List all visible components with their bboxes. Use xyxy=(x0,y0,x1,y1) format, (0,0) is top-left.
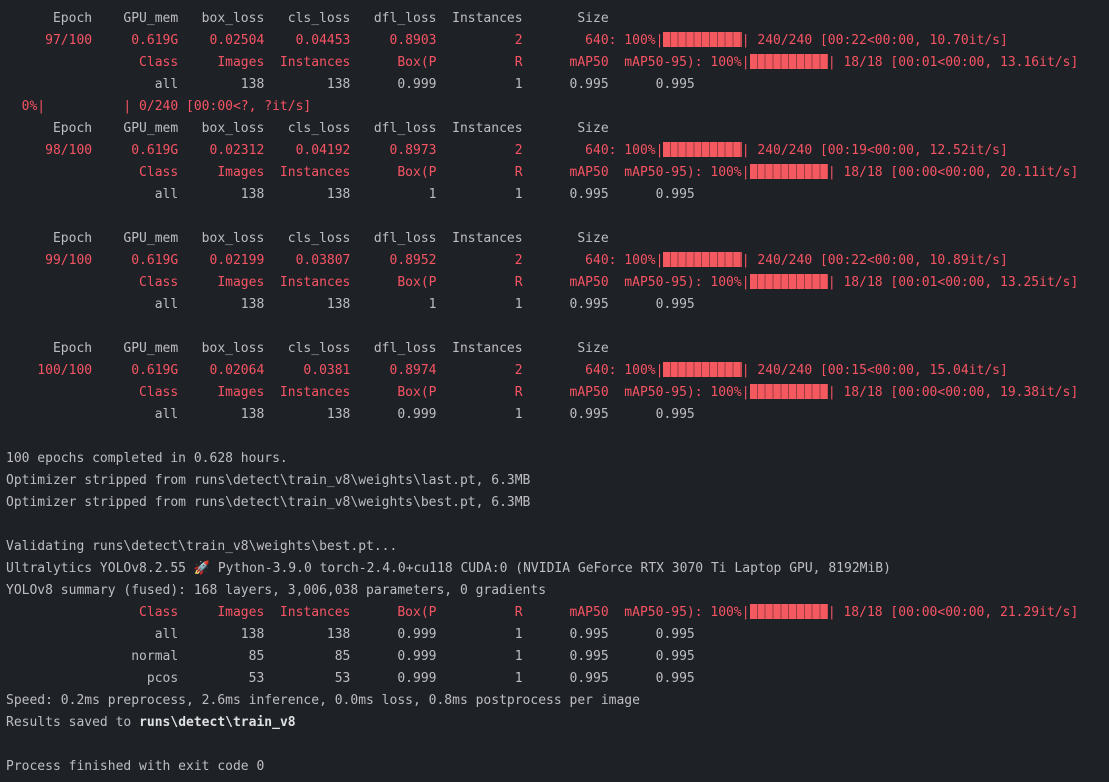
console-line: normal 85 85 0.999 1 0.995 0.995 xyxy=(6,646,1109,668)
progress-bar xyxy=(663,362,742,377)
console-text: Validating runs\detect\train_v8\weights\… xyxy=(6,539,398,554)
console-text: Class Images Instances Box(P R mAP50 mAP… xyxy=(6,275,750,290)
console-line: 0%| | 0/240 [00:00<?, ?it/s] xyxy=(6,96,1109,118)
console-line: Validating runs\detect\train_v8\weights\… xyxy=(6,536,1109,558)
console-line: 97/100 0.619G 0.02504 0.04453 0.8903 2 6… xyxy=(6,30,1109,52)
console-text: normal 85 85 0.999 1 0.995 0.995 xyxy=(6,649,695,664)
console-text: | 18/18 [00:00<00:00, 19.38it/s] xyxy=(827,385,1079,400)
console-text: 99/100 0.619G 0.02199 0.03807 0.8952 2 6… xyxy=(6,253,664,268)
console-text: 98/100 0.619G 0.02312 0.04192 0.8973 2 6… xyxy=(6,143,664,158)
console-text: Epoch GPU_mem box_loss cls_loss dfl_loss… xyxy=(6,231,609,246)
console-text: 0%| | 0/240 [00:00<?, ?it/s] xyxy=(6,99,312,114)
console-text: 100 epochs completed in 0.628 hours. xyxy=(6,451,288,466)
console-text: Optimizer stripped from runs\detect\trai… xyxy=(6,495,531,510)
console-line: 99/100 0.619G 0.02199 0.03807 0.8952 2 6… xyxy=(6,250,1109,272)
console-line: 98/100 0.619G 0.02312 0.04192 0.8973 2 6… xyxy=(6,140,1109,162)
console-text: Epoch GPU_mem box_loss cls_loss dfl_loss… xyxy=(6,341,609,356)
console-text: Optimizer stripped from runs\detect\trai… xyxy=(6,473,531,488)
console-line: Speed: 0.2ms preprocess, 2.6ms inference… xyxy=(6,690,1109,712)
progress-bar xyxy=(663,32,742,47)
console-text: | 18/18 [00:00<00:00, 21.29it/s] xyxy=(827,605,1079,620)
progress-bar xyxy=(749,54,828,69)
console-text: all 138 138 1 1 0.995 0.995 xyxy=(6,187,695,202)
console-line: YOLOv8 summary (fused): 168 layers, 3,00… xyxy=(6,580,1109,602)
console-line: Class Images Instances Box(P R mAP50 mAP… xyxy=(6,602,1109,624)
progress-bar xyxy=(663,252,742,267)
console-line: all 138 138 0.999 1 0.995 0.995 xyxy=(6,74,1109,96)
console-line: Ultralytics YOLOv8.2.55 🚀 Python-3.9.0 t… xyxy=(6,558,1109,580)
console-line: 100 epochs completed in 0.628 hours. xyxy=(6,448,1109,470)
console-text: 97/100 0.619G 0.02504 0.04453 0.8903 2 6… xyxy=(6,33,664,48)
console-text: | 18/18 [00:01<00:00, 13.16it/s] xyxy=(827,55,1079,70)
progress-bar xyxy=(749,604,828,619)
console-text: all 138 138 0.999 1 0.995 0.995 xyxy=(6,407,695,422)
console-text: 100/100 0.619G 0.02064 0.0381 0.8974 2 6… xyxy=(6,363,664,378)
terminal-output[interactable]: Epoch GPU_mem box_loss cls_loss dfl_loss… xyxy=(0,0,1109,782)
console-text: | 18/18 [00:00<00:00, 20.11it/s] xyxy=(827,165,1079,180)
console-line: all 138 138 0.999 1 0.995 0.995 xyxy=(6,404,1109,426)
rocket-emoji-icon: 🚀 xyxy=(193,561,211,576)
progress-bar xyxy=(749,274,828,289)
progress-bar xyxy=(749,164,828,179)
console-text: YOLOv8 summary (fused): 168 layers, 3,00… xyxy=(6,583,547,598)
console-text: Process finished with exit code 0 xyxy=(6,759,265,774)
console-text: | 240/240 [00:15<00:00, 15.04it/s] xyxy=(741,363,1008,378)
console-text: | 240/240 [00:22<00:00, 10.70it/s] xyxy=(741,33,1008,48)
console-text: Epoch GPU_mem box_loss cls_loss dfl_loss… xyxy=(6,11,609,26)
console-line: pcos 53 53 0.999 1 0.995 0.995 xyxy=(6,668,1109,690)
console-line: Epoch GPU_mem box_loss cls_loss dfl_loss… xyxy=(6,338,1109,360)
console-line: all 138 138 0.999 1 0.995 0.995 xyxy=(6,624,1109,646)
console-text: Speed: 0.2ms preprocess, 2.6ms inference… xyxy=(6,693,640,708)
console-text: | 240/240 [00:19<00:00, 12.52it/s] xyxy=(741,143,1008,158)
console-line: Class Images Instances Box(P R mAP50 mAP… xyxy=(6,52,1109,74)
console-line: Class Images Instances Box(P R mAP50 mAP… xyxy=(6,382,1109,404)
results-path: runs\detect\train_v8 xyxy=(139,715,296,730)
console-line: Epoch GPU_mem box_loss cls_loss dfl_loss… xyxy=(6,118,1109,140)
console-text: Python-3.9.0 torch-2.4.0+cu118 CUDA:0 (N… xyxy=(210,561,891,576)
console-line: Optimizer stripped from runs\detect\trai… xyxy=(6,470,1109,492)
console-line: Epoch GPU_mem box_loss cls_loss dfl_loss… xyxy=(6,228,1109,250)
console-line: Results saved to runs\detect\train_v8 xyxy=(6,712,1109,734)
console-line: Epoch GPU_mem box_loss cls_loss dfl_loss… xyxy=(6,8,1109,30)
console-text: Class Images Instances Box(P R mAP50 mAP… xyxy=(6,605,750,620)
console-text: | 240/240 [00:22<00:00, 10.89it/s] xyxy=(741,253,1008,268)
console-line: Class Images Instances Box(P R mAP50 mAP… xyxy=(6,162,1109,184)
console-text: | 18/18 [00:01<00:00, 13.25it/s] xyxy=(827,275,1079,290)
console-text: all 138 138 1 1 0.995 0.995 xyxy=(6,297,695,312)
console-text: all 138 138 0.999 1 0.995 0.995 xyxy=(6,627,695,642)
console-text: Results saved to xyxy=(6,715,140,730)
console-line: Process finished with exit code 0 xyxy=(6,756,1109,778)
console-text: pcos 53 53 0.999 1 0.995 0.995 xyxy=(6,671,695,686)
console-line: Class Images Instances Box(P R mAP50 mAP… xyxy=(6,272,1109,294)
progress-bar xyxy=(663,142,742,157)
console-line: all 138 138 1 1 0.995 0.995 xyxy=(6,184,1109,206)
console-text: Class Images Instances Box(P R mAP50 mAP… xyxy=(6,55,750,70)
console-line: Optimizer stripped from runs\detect\trai… xyxy=(6,492,1109,514)
console-text: all 138 138 0.999 1 0.995 0.995 xyxy=(6,77,695,92)
console-text: Ultralytics YOLOv8.2.55 xyxy=(6,561,194,576)
progress-bar xyxy=(749,384,828,399)
console-line: all 138 138 1 1 0.995 0.995 xyxy=(6,294,1109,316)
console-text: Epoch GPU_mem box_loss cls_loss dfl_loss… xyxy=(6,121,609,136)
console-text: Class Images Instances Box(P R mAP50 mAP… xyxy=(6,165,750,180)
console-line: 100/100 0.619G 0.02064 0.0381 0.8974 2 6… xyxy=(6,360,1109,382)
console-text: Class Images Instances Box(P R mAP50 mAP… xyxy=(6,385,750,400)
